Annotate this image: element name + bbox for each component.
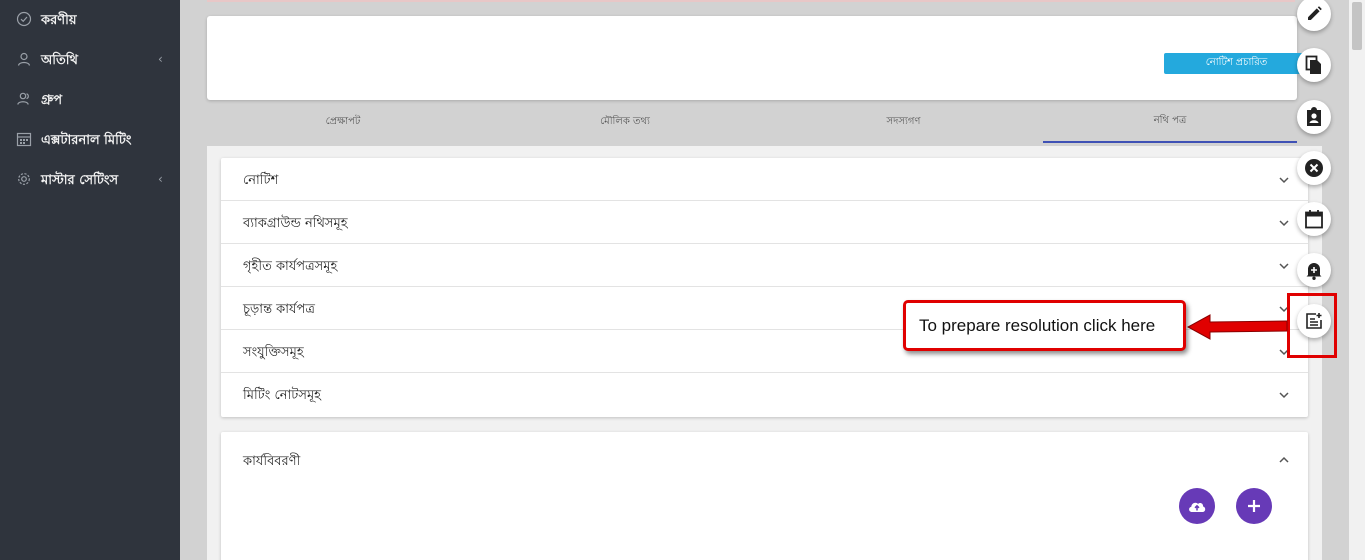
notice-published-button[interactable]: নোটিশ প্রচারিত bbox=[1164, 53, 1309, 74]
chevron-down-icon bbox=[1279, 220, 1289, 227]
tab-documents[interactable]: নথি পত্র bbox=[1043, 102, 1297, 143]
accordion-accepted-papers[interactable]: গৃহীত কার্যপত্রসমূহ bbox=[221, 244, 1308, 287]
accordion-title: সংযুক্তিসমূহ bbox=[243, 345, 304, 360]
resolution-callout: To prepare resolution click here bbox=[903, 300, 1186, 351]
accordion-background-documents[interactable]: ব্যাকগ্রাউন্ড নথিসমূহ bbox=[221, 201, 1308, 244]
sidebar-item-label: এক্সটারনাল মিটিং bbox=[41, 133, 132, 148]
sidebar-item-guest[interactable]: অতিথি ‹ bbox=[0, 40, 180, 80]
sidebar-item-group[interactable]: গ্রুপ bbox=[0, 80, 180, 120]
tab-members[interactable]: সদস্যগণ bbox=[771, 102, 1036, 143]
resolution-highlight-box bbox=[1287, 293, 1337, 358]
callout-arrow bbox=[1186, 314, 1288, 340]
add-minutes-button[interactable] bbox=[1236, 488, 1272, 524]
sidebar-item-external-meeting[interactable]: এক্সটারনাল মিটিং bbox=[0, 120, 180, 160]
scrollbar-thumb[interactable] bbox=[1352, 2, 1362, 50]
accordion-meeting-notes[interactable]: মিটিং নোটসমূহ bbox=[221, 373, 1308, 416]
accordion-title: নোটিশ bbox=[243, 173, 279, 188]
accordion-notice[interactable]: নোটিশ bbox=[221, 158, 1308, 201]
copy-icon bbox=[1305, 55, 1321, 74]
cancel-meeting-button[interactable] bbox=[1297, 151, 1331, 185]
sidebar-item-label: করণীয় bbox=[41, 13, 77, 28]
notification-add-icon bbox=[1306, 263, 1322, 280]
copy-button[interactable] bbox=[1297, 48, 1331, 82]
upload-button[interactable] bbox=[1179, 488, 1215, 524]
chevron-up-icon[interactable] bbox=[1278, 454, 1290, 466]
main-content: নোটিশ প্রচারিত প্রেক্ষাপট মৌলিক তথ্য সদস… bbox=[180, 0, 1322, 560]
sidebar-item-label: মাস্টার সেটিংস bbox=[41, 173, 119, 188]
clipboard-user-icon bbox=[1307, 107, 1321, 126]
document-sections-list: নোটিশ ব্যাকগ্রাউন্ড নথিসমূহ গৃহীত কার্যপ… bbox=[221, 158, 1308, 417]
chevron-left-icon: ‹ bbox=[158, 52, 163, 66]
schedule-button[interactable] bbox=[1297, 202, 1331, 236]
chevron-left-icon: ‹ bbox=[158, 172, 163, 186]
edit-icon bbox=[1308, 6, 1322, 20]
tab-bar: প্রেক্ষাপট মৌলিক তথ্য সদস্যগণ নথি পত্র bbox=[207, 102, 1297, 143]
sidebar-item-label: অতিথি bbox=[41, 53, 78, 68]
notification-button[interactable] bbox=[1297, 253, 1331, 287]
check-circle-icon bbox=[16, 11, 32, 27]
close-circle-icon bbox=[1305, 159, 1323, 177]
accordion-title: চূড়ান্ত কার্যপত্র bbox=[243, 302, 315, 317]
gear-icon bbox=[18, 173, 30, 185]
chevron-down-icon bbox=[1279, 177, 1289, 184]
plus-icon bbox=[1248, 500, 1260, 512]
sidebar-item-master-settings[interactable]: মাস্টার সেটিংস ‹ bbox=[0, 160, 180, 200]
accordion-title: গৃহীত কার্যপত্রসমূহ bbox=[243, 259, 338, 274]
attendance-button[interactable] bbox=[1297, 100, 1331, 134]
tab-basic-info[interactable]: মৌলিক তথ্য bbox=[479, 102, 771, 143]
edit-button[interactable] bbox=[1297, 0, 1331, 31]
meeting-header-card: নোটিশ প্রচারিত bbox=[207, 16, 1309, 100]
sidebar: করণীয় অতিথি ‹ গ্রুপ এক্সটারনাল মিটিং মা… bbox=[0, 0, 180, 560]
callout-text: To prepare resolution click here bbox=[919, 315, 1156, 335]
user-icon bbox=[17, 52, 31, 66]
chevron-down-icon bbox=[1279, 392, 1289, 399]
calendar-icon bbox=[1305, 210, 1323, 229]
sidebar-item-karaniya[interactable]: করণীয় bbox=[0, 0, 180, 40]
documents-panel: নোটিশ ব্যাকগ্রাউন্ড নথিসমূহ গৃহীত কার্যপ… bbox=[207, 146, 1322, 560]
scrollbar[interactable] bbox=[1349, 0, 1365, 560]
sidebar-item-label: গ্রুপ bbox=[41, 93, 63, 108]
accordion-title: মিটিং নোটসমূহ bbox=[243, 388, 321, 403]
calendar-icon bbox=[16, 132, 32, 147]
cloud-upload-icon bbox=[1189, 502, 1206, 512]
divider bbox=[207, 0, 1295, 2]
group-icon bbox=[17, 92, 29, 105]
minutes-card: কার্যবিবরণী bbox=[221, 432, 1308, 560]
accordion-title: ব্যাকগ্রাউন্ড নথিসমূহ bbox=[243, 216, 348, 231]
minutes-title: কার্যবিবরণী bbox=[243, 454, 301, 469]
tab-background[interactable]: প্রেক্ষাপট bbox=[207, 102, 479, 143]
chevron-down-icon bbox=[1279, 263, 1289, 270]
